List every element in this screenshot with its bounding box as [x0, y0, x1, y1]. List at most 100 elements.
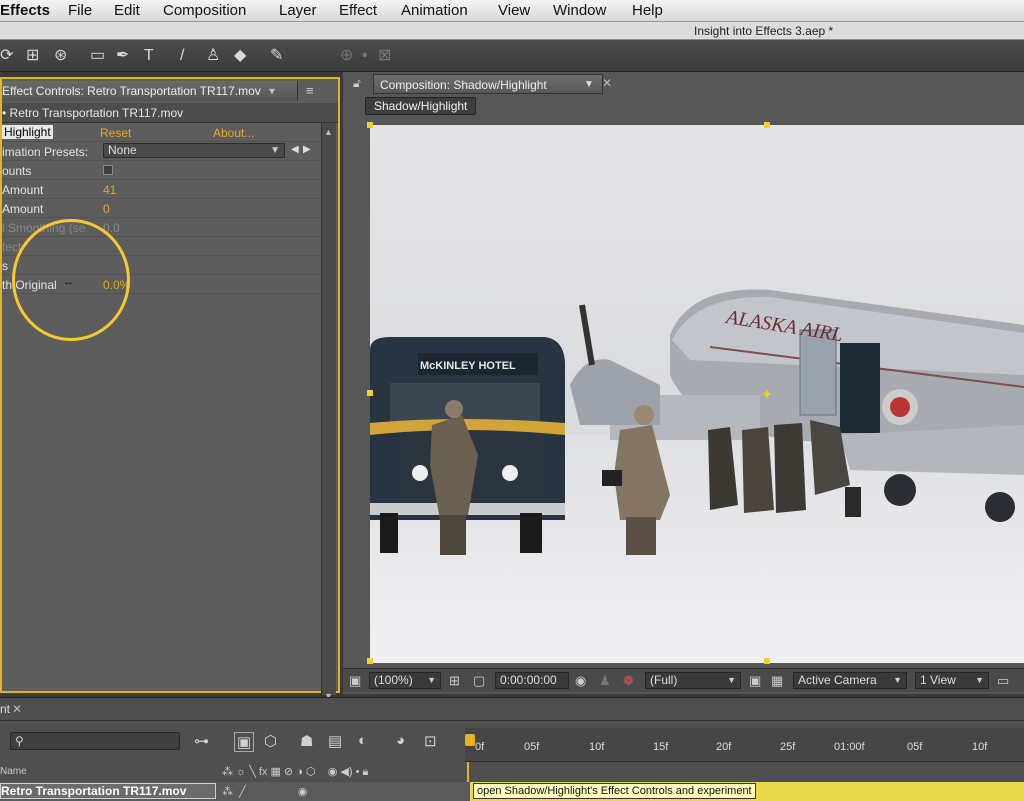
axis-mode-2-icon[interactable]: •: [362, 46, 368, 66]
menu-layer[interactable]: Layer: [279, 2, 317, 19]
effect-name[interactable]: Highlight: [2, 125, 53, 139]
composition-viewer[interactable]: ALASKA AIRL McKINLEY HOTEL: [370, 125, 1024, 663]
axis-mode-3-icon[interactable]: ⊠: [378, 46, 391, 66]
timeline-panel: nt ✕ ⚲ ⊶ ▣ ⬡ ☗ ▤ ◐ ◕ ⊡ 0f 05f 10f 15f 20…: [0, 697, 1024, 801]
hide-shy-layers-icon[interactable]: ☗: [300, 732, 313, 750]
layer-handle[interactable]: [764, 658, 770, 664]
hand-tool-icon[interactable]: ⊛: [54, 46, 67, 66]
animation-presets-dropdown[interactable]: None ▼: [103, 143, 285, 158]
time-tick: 05f: [907, 741, 923, 753]
views-value: 1 View: [920, 673, 956, 687]
next-preset-icon[interactable]: ▶: [303, 144, 311, 155]
camera-view-dropdown[interactable]: Active Camera ▼: [793, 672, 907, 689]
transparency-grid-icon[interactable]: ▦: [771, 673, 783, 689]
region-of-interest-icon[interactable]: ▣: [749, 673, 761, 689]
effect-controls-layer-header: • Retro Transportation TR117.mov: [2, 103, 338, 123]
mask-visibility-icon[interactable]: ▢: [473, 673, 485, 689]
shadow-amount-value[interactable]: 41: [103, 183, 116, 197]
menu-help[interactable]: Help: [632, 2, 663, 19]
axis-mode-icon[interactable]: ⊕: [340, 46, 353, 66]
effect-header-row[interactable]: Highlight Reset About...: [2, 123, 320, 142]
grid-guides-icon[interactable]: ⊞: [449, 673, 460, 689]
shadow-amount-row: Amount 41: [2, 180, 320, 199]
layer-handle[interactable]: [367, 390, 373, 396]
chevron-down-icon[interactable]: ▼: [584, 79, 594, 90]
brainstorm-icon[interactable]: ◕: [396, 732, 405, 749]
puppet-pin-tool-icon[interactable]: ✎: [270, 46, 283, 66]
resolution-dropdown[interactable]: (Full) ▼: [645, 672, 741, 689]
highlight-amount-value[interactable]: 0: [103, 202, 110, 216]
lock-icon[interactable]: 🔓︎: [353, 76, 361, 91]
live-update-icon[interactable]: ▣: [234, 732, 255, 752]
time-ruler[interactable]: 0f 05f 10f 15f 20f 25f 01:00f 05f 10f: [465, 728, 1024, 762]
close-icon[interactable]: ▾: [269, 84, 275, 98]
scrub-cursor-icon: ↔: [63, 276, 74, 288]
snapshot-icon[interactable]: ◉: [575, 673, 586, 689]
toggle-pixel-aspect-icon[interactable]: ▭: [997, 673, 1009, 689]
effect-controls-scrollbar[interactable]: ▲ ▼: [321, 123, 336, 701]
pan-behind-tool-icon[interactable]: ⊞: [26, 46, 39, 66]
previous-preset-icon[interactable]: ◀: [291, 144, 299, 155]
draft-3d-icon[interactable]: ⬡: [264, 732, 277, 750]
rectangle-tool-icon[interactable]: ▭: [90, 46, 105, 66]
comp-mini-flowchart-icon[interactable]: ⊶: [194, 732, 209, 750]
layer-handle[interactable]: [764, 122, 770, 128]
menu-window[interactable]: Window: [553, 2, 606, 19]
scroll-up-icon[interactable]: ▲: [324, 127, 333, 137]
tab-effect-controls[interactable]: Effect Controls: Retro Transportation TR…: [2, 81, 298, 101]
layer-name-label: • Retro Transportation TR117.mov: [2, 106, 184, 120]
property-label: imation Presets:: [2, 145, 89, 159]
view-layout-dropdown[interactable]: 1 View ▼: [915, 672, 989, 689]
menu-app-effects[interactable]: Effects: [0, 2, 50, 19]
menu-edit[interactable]: Edit: [114, 2, 140, 19]
about-link[interactable]: About...: [213, 126, 254, 140]
menu-animation[interactable]: Animation: [401, 2, 468, 19]
panel-menu-icon[interactable]: ≡: [306, 83, 314, 98]
animation-presets-row: imation Presets: None ▼ ◀ ▶: [2, 142, 320, 161]
tab-timeline[interactable]: nt: [0, 702, 10, 716]
anchor-point-icon[interactable]: ✦: [761, 386, 773, 403]
layer-name[interactable]: Retro Transportation TR117.mov: [0, 783, 216, 799]
close-icon[interactable]: ✕: [12, 702, 22, 716]
menu-file[interactable]: File: [68, 2, 92, 19]
current-time-indicator[interactable]: [465, 734, 475, 746]
tools-toolbar: ⟳ ⊞ ⊛ ▭ ✒ T / ♙ ◆ ✎ ⊕ • ⊠: [0, 40, 1024, 72]
clone-stamp-tool-icon[interactable]: ♙: [206, 46, 220, 66]
composition-panel: 🔓︎ Composition: Shadow/Highlight ▼ ✕ Sha…: [343, 72, 1024, 694]
layer-column-header: Name ⁂ ☼ ╲ fx ▦ ⊘ ◑ ⬡ ◉ ◀) • 🔒︎: [0, 765, 460, 779]
pen-tool-icon[interactable]: ✒: [116, 46, 129, 66]
composition-navigator-chip[interactable]: Shadow/Highlight: [365, 97, 477, 115]
auto-amounts-checkbox[interactable]: [103, 165, 113, 175]
frame-blending-icon[interactable]: ▤: [328, 732, 342, 750]
layer-handle[interactable]: [367, 658, 373, 664]
eraser-tool-icon[interactable]: ◆: [234, 46, 246, 66]
tutorial-caption: open Shadow/Highlight's Effect Controls …: [473, 783, 756, 799]
brush-tool-icon[interactable]: /: [180, 46, 184, 66]
orbit-tool-icon[interactable]: ⟳: [0, 46, 13, 66]
layer-row[interactable]: Retro Transportation TR117.mov ⁂ ╱ ◉ ope…: [0, 782, 1024, 801]
graph-editor-icon[interactable]: ⊡: [424, 732, 437, 750]
layer-handle[interactable]: [367, 122, 373, 128]
current-time-field[interactable]: 0:00:00:00: [495, 672, 569, 689]
time-tick: 05f: [524, 741, 540, 753]
tab-composition[interactable]: Composition: Shadow/Highlight ▼: [373, 74, 603, 94]
layer-switches-icon[interactable]: ⁂ ╱ ◉: [222, 785, 307, 798]
timeline-search-input[interactable]: ⚲: [10, 732, 180, 750]
always-preview-icon[interactable]: ▣: [349, 673, 361, 689]
close-icon[interactable]: ✕: [602, 76, 612, 90]
motion-blur-icon[interactable]: ◐: [358, 732, 367, 749]
composition-tab-label: Composition: Shadow/Highlight: [380, 78, 547, 92]
magnification-dropdown[interactable]: (100%) ▼: [369, 672, 441, 689]
type-tool-icon[interactable]: T: [144, 46, 154, 66]
menu-effect[interactable]: Effect: [339, 2, 377, 19]
chevron-down-icon: ▼: [727, 675, 736, 685]
zoom-value: (100%): [374, 673, 413, 687]
name-column-label[interactable]: Name: [0, 766, 27, 777]
channel-rgb-icon[interactable]: ❁: [623, 673, 634, 689]
menu-view[interactable]: View: [498, 2, 530, 19]
menu-composition[interactable]: Composition: [163, 2, 246, 19]
show-snapshot-icon[interactable]: ♟: [599, 673, 611, 689]
reset-link[interactable]: Reset: [100, 126, 131, 140]
search-icon: ⚲: [15, 734, 24, 748]
chevron-down-icon: ▼: [893, 675, 902, 685]
